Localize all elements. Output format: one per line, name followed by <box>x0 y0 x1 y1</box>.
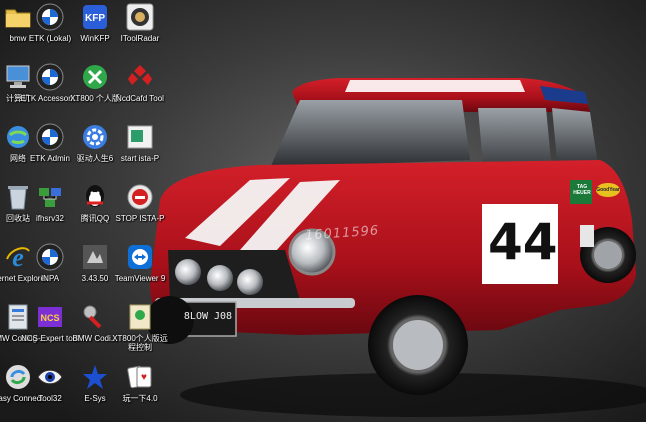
desktop-icon-label: XT800个人版远程控制 <box>112 334 168 352</box>
desktop-icon-label: 玩一下4.0 <box>122 394 158 403</box>
gear-icon <box>80 122 110 152</box>
desktop-icon-label: 3.43.50 <box>81 274 109 283</box>
bmw-logo-icon <box>35 2 65 32</box>
ncd-icon <box>125 62 155 92</box>
svg-text:KFP: KFP <box>85 13 105 24</box>
desktop-icon-label: Tool32 <box>38 394 62 403</box>
tyre-badge: GoodYear <box>596 187 620 193</box>
desktop-icon-4-0[interactable]: ♥ 玩一下4.0 <box>110 362 170 422</box>
xt800-remote-icon <box>125 302 155 332</box>
bmw-logo-icon <box>35 122 65 152</box>
cards-icon: ♥ <box>125 362 155 392</box>
desktop-icon-label: ifhsrv32 <box>35 214 64 223</box>
sponsor-badge: TAG HEUER <box>573 184 591 196</box>
qq-icon <box>80 182 110 212</box>
radar-icon <box>125 2 155 32</box>
race-number: 44 <box>488 213 558 271</box>
svg-text:NCS: NCS <box>40 313 59 323</box>
desktop-icon-label: ETK Admin <box>29 154 70 163</box>
tool-icon <box>80 302 110 332</box>
bmw-logo-icon <box>35 242 65 272</box>
desktop-icon-label: WinKFP <box>80 34 110 43</box>
desktop-icon-label: STOP ISTA-P <box>115 214 165 223</box>
eye-icon <box>35 362 65 392</box>
desktop-icon-stop-ista-p[interactable]: STOP ISTA-P <box>110 182 170 242</box>
desktop-icon-ncdcafd-tool[interactable]: NcdCafd Tool <box>110 62 170 122</box>
desktop-icon-start-ista-p[interactable]: start ista-P <box>110 122 170 182</box>
desktop-icon-xt800[interactable]: XT800个人版远程控制 <box>110 302 170 362</box>
kfp-icon: KFP <box>80 2 110 32</box>
desktop-icon-label: E-Sys <box>84 394 106 403</box>
stop-icon <box>125 182 155 212</box>
svg-text:♥: ♥ <box>141 372 147 383</box>
app-icon <box>80 242 110 272</box>
desktop-icon-label: start ista-P <box>120 154 160 163</box>
desktop-icon-label: IToolRadar <box>120 34 160 43</box>
teamviewer-icon <box>125 242 155 272</box>
esys-icon <box>80 362 110 392</box>
desktop-icon-label: NcdCafd Tool <box>116 94 164 103</box>
bmw-logo-icon <box>35 62 65 92</box>
server-icon <box>35 182 65 212</box>
license-plate: 8LOW J08 <box>183 311 233 322</box>
ista-icon <box>125 122 155 152</box>
xt800-icon <box>80 62 110 92</box>
desktop-icon-label: 腾讯QQ <box>80 214 110 223</box>
desktop-icon-label: INPA <box>40 274 60 283</box>
desktop-icon-itoolradar[interactable]: IToolRadar <box>110 2 170 62</box>
ncs-icon: NCS <box>35 302 65 332</box>
desktop-icon-label: TeamViewer 9 <box>114 274 166 283</box>
desktop-icon-label: 驱动人生6 <box>76 154 114 163</box>
desktop-icon-teamviewer-9[interactable]: TeamViewer 9 <box>110 242 170 302</box>
